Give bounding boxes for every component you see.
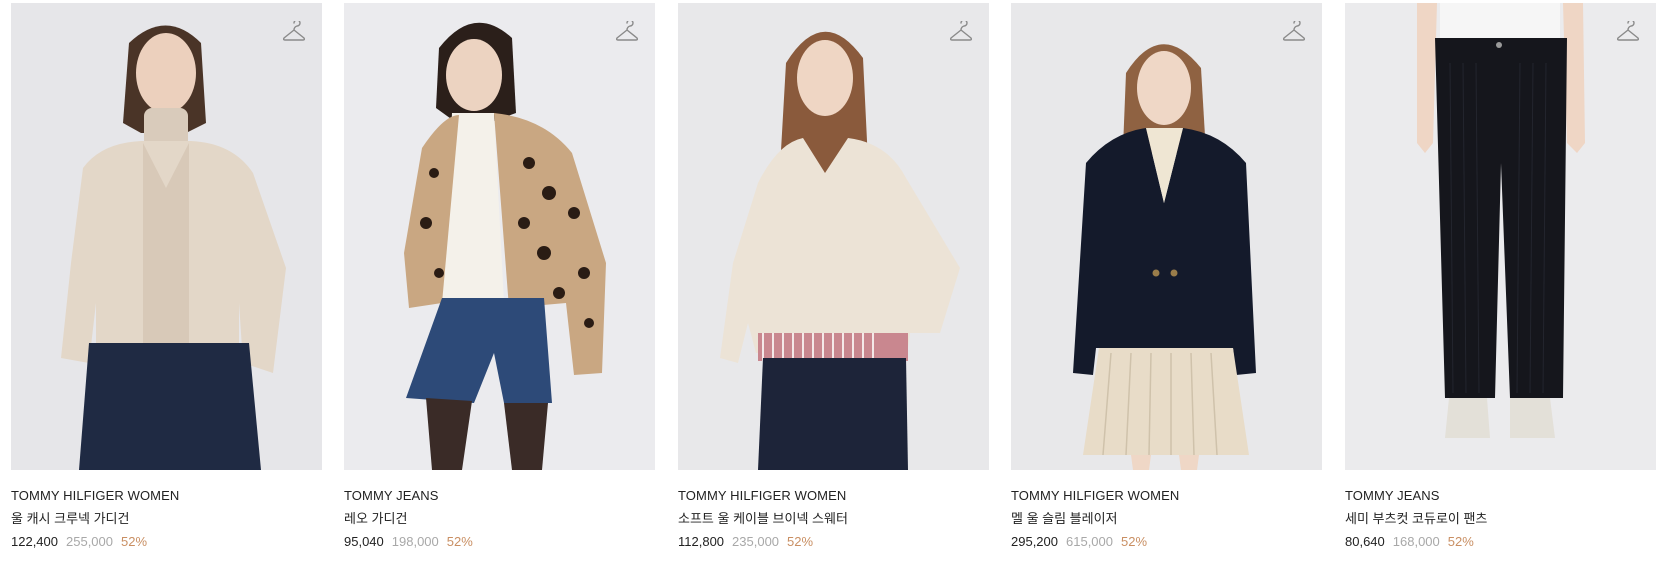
product-card[interactable]: TOMMY HILFIGER WOMEN 울 캐시 크루넥 가디건 122,40…	[11, 3, 322, 550]
product-image[interactable]	[344, 3, 655, 470]
product-prices: 95,040 198,000 52%	[344, 534, 655, 550]
product-brand: TOMMY HILFIGER WOMEN	[11, 488, 180, 503]
sale-price: 95,040	[344, 534, 384, 549]
product-prices: 295,200 615,000 52%	[1011, 534, 1322, 550]
product-name[interactable]: 레오 가디건	[344, 511, 655, 527]
product-brand: TOMMY HILFIGER WOMEN	[678, 488, 847, 503]
product-prices: 112,800 235,000 52%	[678, 534, 989, 550]
product-card[interactable]: TOMMY HILFIGER WOMEN 멜 울 슬림 블레이저 295,200…	[1011, 3, 1322, 550]
discount-rate: 52%	[1447, 534, 1474, 549]
hanger-icon[interactable]	[1616, 21, 1640, 43]
product-brand: TOMMY JEANS	[1345, 488, 1440, 503]
product-name[interactable]: 멜 울 슬림 블레이저	[1011, 511, 1322, 527]
sale-price: 122,400	[11, 534, 58, 549]
hanger-icon[interactable]	[949, 21, 973, 43]
product-name[interactable]: 세미 부츠컷 코듀로이 팬츠	[1345, 511, 1656, 527]
hanger-icon[interactable]	[615, 21, 639, 43]
product-prices: 122,400 255,000 52%	[11, 534, 322, 550]
sale-price: 80,640	[1345, 534, 1385, 549]
product-photo-illustration	[1011, 3, 1322, 470]
product-photo-illustration	[11, 3, 322, 470]
product-photo-illustration	[678, 3, 989, 470]
product-prices: 80,640 168,000 52%	[1345, 534, 1656, 550]
original-price: 168,000	[1392, 534, 1440, 549]
product-card[interactable]: TOMMY JEANS 세미 부츠컷 코듀로이 팬츠 80,640 168,000…	[1345, 3, 1656, 550]
hanger-icon[interactable]	[1282, 21, 1306, 43]
product-grid: TOMMY HILFIGER WOMEN 울 캐시 크루넥 가디건 122,40…	[0, 0, 1665, 564]
product-image[interactable]	[11, 3, 322, 470]
product-photo-illustration	[1345, 3, 1656, 470]
sale-price: 295,200	[1011, 534, 1058, 549]
sale-price: 112,800	[678, 534, 725, 549]
product-card[interactable]: TOMMY HILFIGER WOMEN 소프트 울 케이블 브이넥 스웨터 1…	[678, 3, 989, 550]
product-image[interactable]	[1345, 3, 1656, 470]
original-price: 198,000	[391, 534, 439, 549]
discount-rate: 52%	[1121, 534, 1148, 549]
product-name[interactable]: 소프트 울 케이블 브이넥 스웨터	[678, 511, 989, 527]
product-brand: TOMMY JEANS	[344, 488, 439, 503]
original-price: 615,000	[1066, 534, 1113, 549]
product-image[interactable]	[1011, 3, 1322, 470]
discount-rate: 52%	[121, 534, 148, 549]
original-price: 255,000	[66, 534, 113, 549]
product-brand: TOMMY HILFIGER WOMEN	[1011, 488, 1180, 503]
product-card[interactable]: TOMMY JEANS 레오 가디건 95,040 198,000 52%	[344, 3, 655, 550]
product-name[interactable]: 울 캐시 크루넥 가디건	[11, 511, 322, 527]
discount-rate: 52%	[446, 534, 473, 549]
product-image[interactable]	[678, 3, 989, 470]
original-price: 235,000	[732, 534, 780, 549]
discount-rate: 52%	[787, 534, 814, 549]
hanger-icon[interactable]	[282, 21, 306, 43]
product-photo-illustration	[344, 3, 655, 470]
